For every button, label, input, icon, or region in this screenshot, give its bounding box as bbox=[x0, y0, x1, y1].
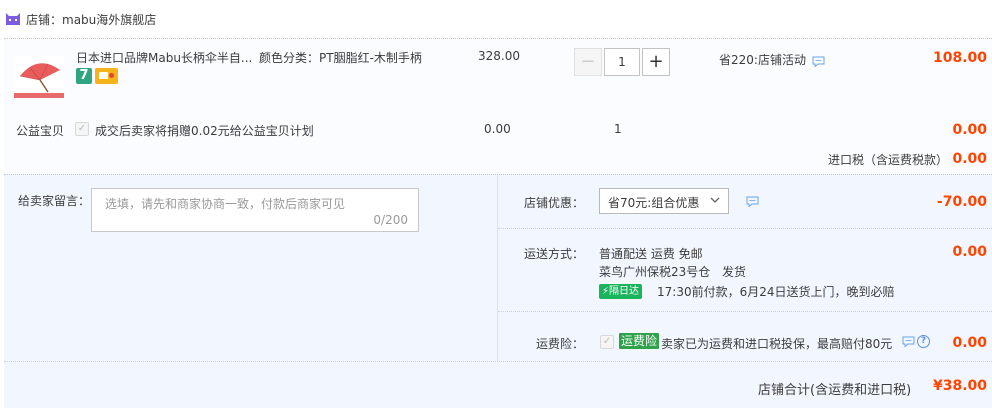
charity-text: 成交后卖家将捐赠0.02元给公益宝贝计划 bbox=[95, 124, 314, 138]
import-tax-amount: 0.00 bbox=[952, 151, 987, 167]
charity-quantity: 1 bbox=[614, 122, 622, 136]
discount-label: 店铺优惠： bbox=[524, 196, 585, 210]
message-textarea[interactable]: 选填，请先和商家协商一致，付款后商家可见 0/200 bbox=[91, 188, 419, 232]
shop-name[interactable]: 店铺：mabu海外旗舰店 bbox=[26, 11, 156, 28]
shop-total-amount: ¥38.00 bbox=[932, 378, 987, 394]
shop-total-label: 店铺合计(含运费和进口税) bbox=[758, 383, 912, 398]
delivery-eta: 17:30前付款，6月24日送货上门，晚到必赔 bbox=[657, 285, 895, 299]
shipping-warehouse: 菜鸟广州保税23号仓 bbox=[599, 265, 711, 279]
insurance-text: 卖家已为运费和进口税投保，最高赔付80元 bbox=[661, 337, 893, 351]
credit-card-badge-icon bbox=[95, 68, 118, 84]
chat-bubble-icon[interactable] bbox=[746, 196, 759, 207]
unit-price: 328.00 bbox=[478, 49, 520, 63]
product-title-link[interactable]: 日本进口品牌Mabu长柄伞半自... bbox=[76, 49, 252, 66]
product-sku: 颜色分类：PT胭脂红-木制手柄 bbox=[259, 51, 422, 65]
row-divider bbox=[4, 361, 992, 362]
charity-checkbox[interactable]: ✓ bbox=[75, 122, 89, 136]
row-divider bbox=[498, 228, 992, 229]
quantity-input[interactable]: 1 bbox=[604, 48, 640, 76]
discount-select[interactable]: 省70元:组合优惠 bbox=[599, 188, 729, 214]
quantity-stepper: − 1 + bbox=[574, 48, 670, 76]
shipping-label: 运送方式： bbox=[524, 247, 585, 261]
chat-bubble-icon[interactable] bbox=[902, 336, 915, 347]
next-day-badge-text: 隔日达 bbox=[609, 286, 640, 297]
product-thumbnail[interactable] bbox=[14, 56, 64, 98]
tmall-cat-icon bbox=[6, 13, 20, 25]
insurance-label: 运费险： bbox=[536, 337, 585, 351]
quantity-decrease-button[interactable]: − bbox=[574, 48, 602, 76]
lightning-icon: ⚡ bbox=[602, 286, 610, 297]
charity-total: 0.00 bbox=[952, 122, 987, 138]
message-char-count: 0/200 bbox=[373, 213, 408, 227]
discount-selected: 省70元:组合优惠 bbox=[608, 196, 700, 210]
item-total: 108.00 bbox=[932, 50, 987, 66]
message-placeholder: 选填，请先和商家协商一致，付款后商家可见 bbox=[105, 197, 346, 211]
promo-savings: 省220:店铺活动 bbox=[719, 53, 806, 67]
chevron-down-icon bbox=[710, 197, 720, 203]
column-divider bbox=[497, 175, 498, 361]
insurance-checkbox[interactable]: ✓ bbox=[600, 335, 614, 349]
shipping-ship-label: 发货 bbox=[722, 265, 747, 279]
next-day-delivery-badge: ⚡隔日达 bbox=[599, 284, 643, 299]
discount-amount: -70.00 bbox=[936, 194, 987, 210]
help-icon[interactable]: ? bbox=[917, 335, 930, 348]
insurance-amount: 0.00 bbox=[952, 335, 987, 351]
insurance-tag: 运费险 bbox=[619, 333, 660, 349]
shipping-method: 普通配送 运费 免邮 bbox=[599, 247, 703, 261]
import-tax-label: 进口税（含运费税款） bbox=[828, 153, 949, 167]
seven-day-return-badge: 7 bbox=[76, 68, 92, 84]
message-label: 给卖家留言： bbox=[18, 194, 91, 208]
chat-bubble-icon[interactable] bbox=[812, 56, 825, 67]
row-divider bbox=[498, 311, 992, 312]
quantity-increase-button[interactable]: + bbox=[642, 48, 670, 76]
charity-price: 0.00 bbox=[484, 122, 511, 136]
shipping-amount: 0.00 bbox=[952, 244, 987, 260]
charity-label: 公益宝贝 bbox=[16, 124, 65, 138]
